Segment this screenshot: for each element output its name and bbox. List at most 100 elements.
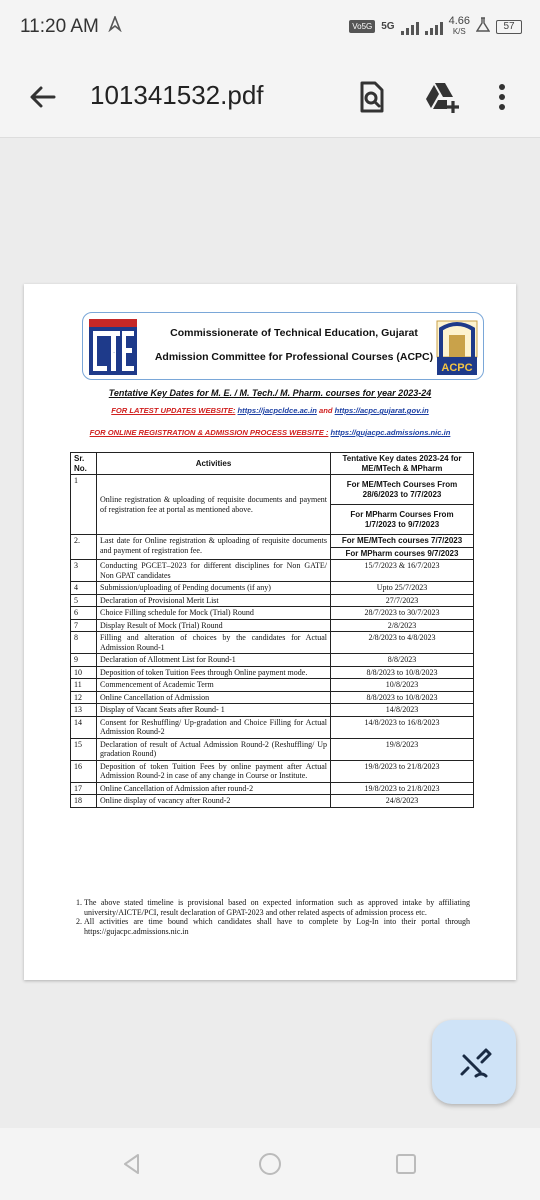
table-header-row: Sr. No. Activities Tentative Key dates 2… bbox=[70, 452, 474, 475]
pdf-page[interactable]: CTE Commissionerate of Technical Educati… bbox=[24, 284, 516, 980]
row-date: 2/8/2023 to 4/8/2023 bbox=[330, 631, 474, 654]
row-sr: 1 bbox=[70, 474, 97, 535]
table-row: 17 Online Cancellation of Admission after… bbox=[70, 781, 474, 795]
net-speed-value: 4.66 bbox=[448, 15, 470, 27]
row-activity: Declaration of Provisional Merit List bbox=[96, 593, 331, 607]
arrow-back-icon bbox=[30, 86, 56, 108]
row-sr: 12 bbox=[70, 690, 97, 704]
row-date-mpharm: For MPharm Courses From 1/7/2023 to 9/7/… bbox=[330, 504, 474, 535]
document-heading: Tentative Key Dates for M. E. / M. Tech.… bbox=[108, 388, 432, 398]
cte-logo-text: CTE bbox=[113, 352, 115, 354]
add-to-drive-button[interactable] bbox=[422, 78, 460, 116]
acpc-logo-text: ACPC bbox=[441, 362, 472, 374]
row-activity: Filling and alteration of choices by the… bbox=[96, 631, 331, 654]
header-activities: Activities bbox=[96, 452, 331, 475]
row-sr: 5 bbox=[70, 593, 97, 607]
row-date: 14/8/2023 to 16/8/2023 bbox=[330, 715, 474, 739]
net-speed-unit: K/S bbox=[452, 27, 466, 36]
lab-flask-icon bbox=[475, 17, 491, 36]
row-date: 8/8/2023 to 10/8/2023 bbox=[330, 690, 474, 704]
signal-icon bbox=[400, 19, 419, 35]
header-dates: Tentative Key dates 2023-24 for ME/MTech… bbox=[330, 452, 474, 475]
document-title: 101341532.pdf bbox=[90, 80, 264, 110]
row-date: 8/8/2023 bbox=[330, 653, 474, 667]
updates-link-1[interactable]: https://jacpcldce.ac.in bbox=[238, 406, 317, 415]
row-activity: Last date for Online registration & uplo… bbox=[96, 534, 331, 560]
table-row: 14 Consent for Reshuffling/ Up-gradation … bbox=[70, 715, 474, 739]
row-date: Upto 25/7/2023 bbox=[330, 581, 474, 595]
row-sr: 18 bbox=[70, 794, 97, 808]
row-sr: 9 bbox=[70, 653, 97, 667]
more-options-button[interactable] bbox=[490, 78, 514, 116]
status-indicators: Vo5G 5G 4.66 K/S 57 bbox=[349, 16, 522, 37]
org-line-1: Commissionerate of Technical Education, … bbox=[170, 327, 418, 339]
nav-recents-icon bbox=[396, 1154, 416, 1174]
row-sr: 6 bbox=[70, 606, 97, 620]
row-date: 8/8/2023 to 10/8/2023 bbox=[330, 665, 474, 679]
table-row: 3 Conducting PGCET–2023 for different dis… bbox=[70, 559, 474, 582]
row-sr: 13 bbox=[70, 703, 97, 717]
row-sr: 14 bbox=[70, 715, 97, 739]
row-sr: 15 bbox=[70, 737, 97, 761]
nav-home-button[interactable] bbox=[258, 1152, 282, 1176]
row-sr: 11 bbox=[70, 678, 97, 692]
updates-label: FOR LATEST UPDATES WEBSITE: bbox=[111, 406, 236, 415]
table-row: 6 Choice Filling schedule for Mock (Trial… bbox=[70, 606, 474, 620]
table-row: 10 Deposition of token Tuition Fees throu… bbox=[70, 665, 474, 679]
table-row: 1 Online registration & uploading of req… bbox=[70, 474, 474, 535]
updates-and: and bbox=[319, 406, 333, 415]
row-date-mpharm: For MPharm courses 9/7/2023 bbox=[330, 546, 474, 560]
registration-link[interactable]: https://gujacpc.admissions.nic.in bbox=[331, 428, 451, 437]
note-item: All activities are time bound which cand… bbox=[84, 917, 470, 936]
find-in-document-button[interactable] bbox=[352, 78, 390, 116]
note-item: The above stated timeline is provisional… bbox=[84, 898, 470, 917]
table-row: 8 Filling and alteration of choices by th… bbox=[70, 631, 474, 654]
row-activity: Online display of vacancy after Round-2 bbox=[96, 794, 331, 808]
annotate-fab-button[interactable] bbox=[432, 1020, 516, 1104]
row-sr: 2. bbox=[70, 534, 97, 560]
row-activity: Display Result of Mock (Trial) Round bbox=[96, 618, 331, 632]
app-bar: 101341532.pdf bbox=[0, 56, 540, 138]
signal-icon-2 bbox=[424, 19, 443, 35]
nav-back-icon bbox=[124, 1154, 139, 1174]
row-date: 28/7/2023 to 30/7/2023 bbox=[330, 606, 474, 620]
table-row: 4 Submission/uploading of Pending documen… bbox=[70, 581, 474, 595]
row-activity: Declaration of Allotment List for Round-… bbox=[96, 653, 331, 667]
nav-home-icon bbox=[259, 1153, 281, 1175]
row-date-me: For ME/MTech courses 7/7/2023 bbox=[330, 534, 474, 548]
updates-link-2[interactable]: https://acpc.gujarat.gov.in bbox=[335, 406, 429, 415]
row-activity: Submission/uploading of Pending document… bbox=[96, 581, 331, 595]
network-type: 5G bbox=[381, 21, 395, 32]
row-activity: Online Cancellation of Admission bbox=[96, 690, 331, 704]
acpc-logo: ACPC bbox=[435, 317, 479, 377]
org-line-2: Admission Committee for Professional Cou… bbox=[154, 351, 434, 363]
table-row: 9 Declaration of Allotment List for Round… bbox=[70, 653, 474, 667]
row-date: 19/8/2023 to 21/8/2023 bbox=[330, 759, 474, 783]
notes-section: The above stated timeline is provisional… bbox=[72, 898, 470, 936]
table-row: 15 Declaration of result of Actual Admiss… bbox=[70, 737, 474, 761]
row-date-me: For ME/MTech Courses From 28/6/2023 to 7… bbox=[330, 474, 474, 505]
row-sr: 8 bbox=[70, 631, 97, 654]
row-activity: Declaration of result of Actual Admissio… bbox=[96, 737, 331, 761]
back-button[interactable] bbox=[26, 80, 60, 114]
registration-website-line: FOR ONLINE REGISTRATION & ADMISSION PROC… bbox=[24, 428, 516, 437]
updates-website-line: FOR LATEST UPDATES WEBSITE: https://jacp… bbox=[24, 406, 516, 415]
row-sr: 10 bbox=[70, 665, 97, 679]
nav-back-button[interactable] bbox=[120, 1152, 144, 1176]
registration-label: FOR ONLINE REGISTRATION & ADMISSION PROC… bbox=[89, 428, 329, 437]
row-date: 19/8/2023 to 21/8/2023 bbox=[330, 781, 474, 795]
table-row: 2. Last date for Online registration & u… bbox=[70, 534, 474, 560]
row-activity: Online Cancellation of Admission after r… bbox=[96, 781, 331, 795]
edit-pen-icon bbox=[460, 1048, 492, 1078]
nav-recents-button[interactable] bbox=[394, 1152, 418, 1176]
row-sr: 4 bbox=[70, 581, 97, 595]
status-bar: 11:20 AM Vo5G 5G 4.66 K/S 57 bbox=[0, 0, 540, 56]
cte-logo: CTE bbox=[89, 319, 137, 375]
header-sr-no: Sr. No. bbox=[70, 452, 97, 475]
table-row: 5 Declaration of Provisional Merit List 27… bbox=[70, 593, 474, 607]
row-sr: 17 bbox=[70, 781, 97, 795]
document-header: CTE Commissionerate of Technical Educati… bbox=[82, 312, 484, 380]
row-activity: Commencement of Academic Term bbox=[96, 678, 331, 692]
row-sr: 7 bbox=[70, 618, 97, 632]
row-sr: 3 bbox=[70, 559, 97, 582]
